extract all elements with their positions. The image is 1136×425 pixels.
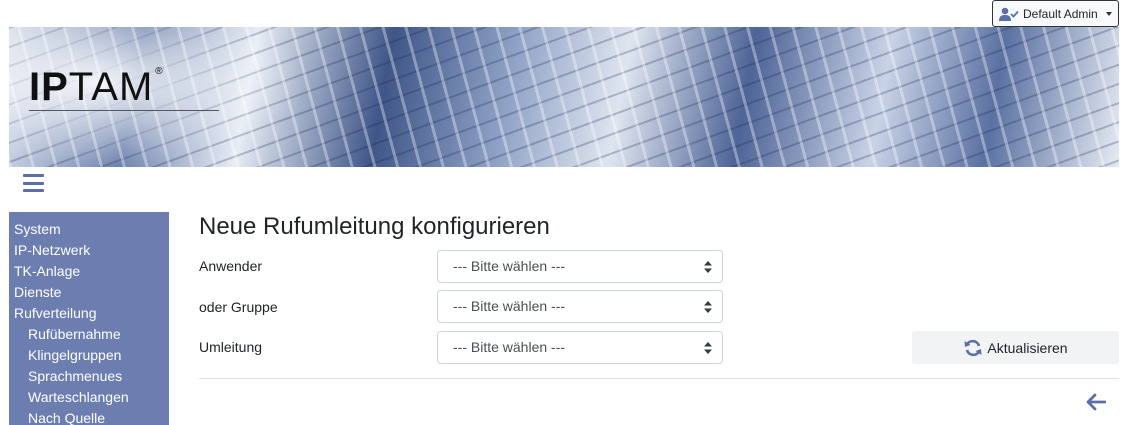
umleitung-label: Umleitung — [199, 339, 263, 355]
arrow-left-icon[interactable] — [1086, 393, 1106, 411]
select-arrows-icon — [704, 342, 712, 354]
sidebar-item-sprachmenues[interactable]: Sprachmenues — [9, 366, 169, 387]
logo-underline — [29, 110, 219, 111]
app-logo: IPTAM ® — [29, 65, 164, 109]
select-arrows-icon — [704, 301, 712, 313]
gruppe-select-value: --- Bitte wählen --- — [453, 298, 566, 314]
sidebar-item-dienste[interactable]: Dienste — [9, 282, 169, 303]
anwender-label: Anwender — [199, 258, 263, 274]
sidebar-item-klingelgruppen[interactable]: Klingelgruppen — [9, 345, 169, 366]
refresh-button[interactable]: Aktualisieren — [912, 331, 1119, 364]
anwender-select[interactable]: --- Bitte wählen --- — [437, 250, 723, 283]
umleitung-select-value: --- Bitte wählen --- — [453, 339, 566, 355]
umleitung-select[interactable]: --- Bitte wählen --- — [437, 331, 723, 364]
user-menu-button[interactable]: Default Admin — [992, 0, 1119, 27]
anwender-select-value: --- Bitte wählen --- — [453, 258, 566, 274]
sidebar-item-nach-quelle[interactable]: Nach Quelle — [9, 408, 169, 425]
sidebar-nav: System IP-Netzwerk TK-Anlage Dienste Ruf… — [9, 212, 169, 425]
sidebar-item-warteschlangen[interactable]: Warteschlangen — [9, 387, 169, 408]
sidebar-item-ip-netzwerk[interactable]: IP-Netzwerk — [9, 240, 169, 261]
chevron-down-icon — [1105, 11, 1112, 16]
user-menu-label: Default Admin — [1023, 6, 1098, 21]
user-check-icon — [999, 7, 1019, 21]
page-title: Neue Rufumleitung konfigurieren — [199, 213, 550, 240]
sidebar-item-rufverteilung[interactable]: Rufverteilung — [9, 303, 169, 324]
sidebar-item-system[interactable]: System — [9, 219, 169, 240]
header-banner: IPTAM ® — [9, 27, 1119, 167]
hamburger-menu-icon[interactable] — [23, 174, 44, 192]
gruppe-select[interactable]: --- Bitte wählen --- — [437, 290, 723, 323]
sidebar-item-tk-anlage[interactable]: TK-Anlage — [9, 261, 169, 282]
select-arrows-icon — [704, 261, 712, 273]
divider — [199, 378, 1119, 379]
gruppe-label: oder Gruppe — [199, 299, 278, 315]
sidebar-item-rufuebernahme[interactable]: Rufübernahme — [9, 324, 169, 345]
refresh-button-label: Aktualisieren — [987, 339, 1068, 356]
refresh-icon — [964, 339, 982, 356]
